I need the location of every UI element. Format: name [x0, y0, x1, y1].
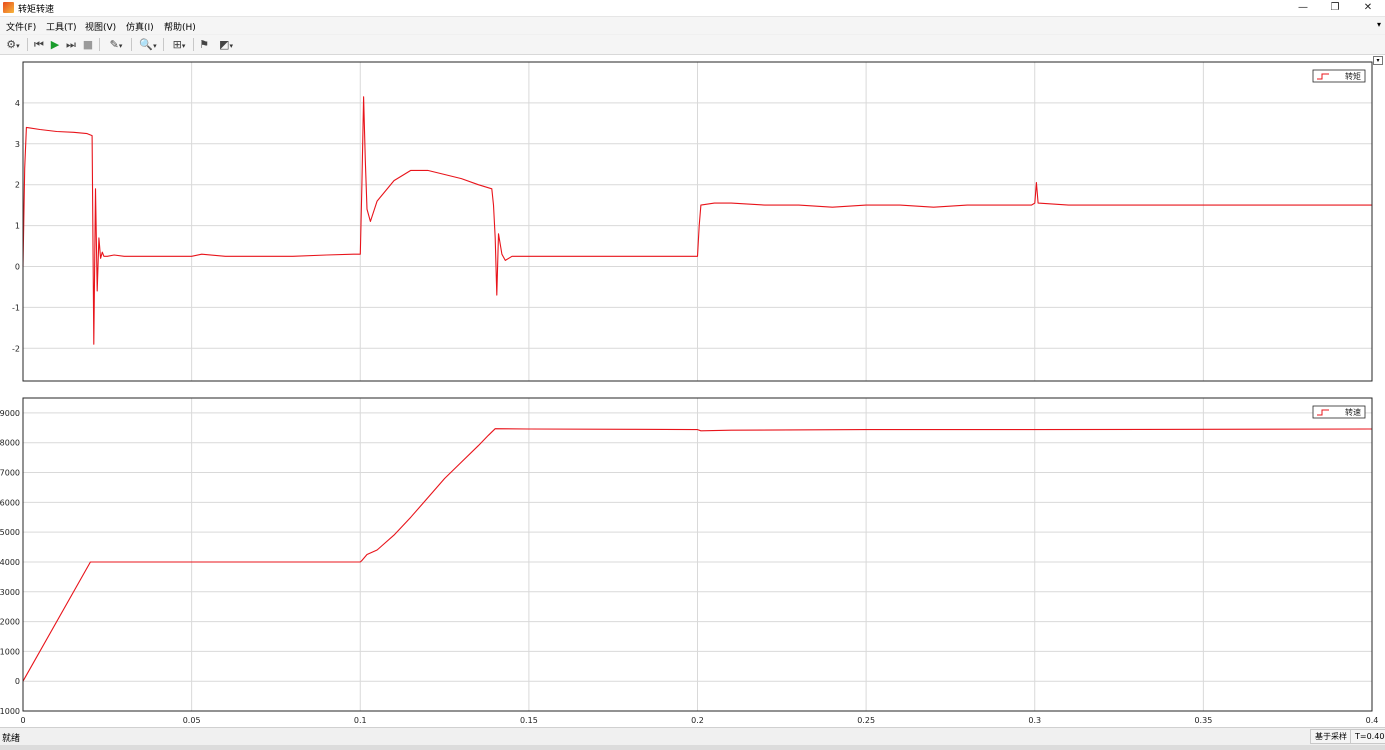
y-tick-label: 1 [15, 222, 20, 231]
legend-label: 转矩 [1345, 71, 1361, 81]
app-icon [3, 2, 14, 13]
title-bar: 转矩转速 — ❐ ✕ [0, 0, 1385, 17]
y-tick-label: 2000 [0, 618, 20, 627]
status-bar: 就绪 基于采样 T=0.400 [0, 727, 1385, 745]
x-tick-label: 0.3 [1028, 716, 1041, 725]
menu-overflow-icon[interactable]: ▾ [1377, 20, 1381, 29]
toolbar: ⚙▾ ⏮ ▶ ⏭ ■ ✎▾ 🔍▾ ⊞▾ ⚑ ◩▾ [0, 35, 1385, 55]
scope-plot-area: ▾ -2-101234转矩-10000100020003000400050006… [0, 55, 1385, 727]
window-title: 转矩转速 [18, 5, 55, 15]
taskbar-strip [0, 745, 1385, 750]
x-tick-label: 0.4 [1366, 716, 1379, 725]
menu-bar: 文件(F) 工具(T) 视图(V) 仿真(I) 帮助(H) ▾ [0, 17, 1385, 34]
menu-tools[interactable]: 工具(T) [46, 20, 77, 33]
x-tick-label: 0.05 [183, 716, 201, 725]
x-tick-label: 0.2 [691, 716, 704, 725]
y-tick-label: -2 [12, 344, 20, 353]
y-tick-label: 2 [15, 181, 20, 190]
y-tick-label: 8000 [0, 439, 20, 448]
y-tick-label: -1 [12, 303, 20, 312]
menu-view[interactable]: 视图(V) [85, 20, 116, 33]
run-icon[interactable]: ▶ [48, 37, 62, 52]
y-tick-label: -1000 [0, 707, 20, 716]
gear-icon[interactable]: ⚙▾ [3, 37, 23, 52]
menu-file[interactable]: 文件(F) [6, 20, 36, 33]
status-text: 就绪 [2, 734, 21, 744]
highlight-icon[interactable]: ✎▾ [104, 37, 128, 52]
x-tick-label: 0.15 [520, 716, 538, 725]
y-tick-label: 1000 [0, 647, 20, 656]
zoom-icon[interactable]: 🔍▾ [136, 37, 160, 52]
sim-time-indicator: T=0.400 [1350, 729, 1385, 744]
menu-simulation[interactable]: 仿真(I) [126, 20, 154, 33]
cursor-measure-icon[interactable]: ⚑ [197, 37, 211, 52]
scope-charts: -2-101234转矩-1000010002000300040005000600… [0, 61, 1379, 725]
y-tick-label: 5000 [0, 528, 20, 537]
restore-button[interactable]: ❐ [1318, 0, 1352, 16]
x-tick-label: 0.25 [857, 716, 875, 725]
close-button[interactable]: ✕ [1351, 0, 1385, 16]
sample-mode-indicator: 基于采样 [1310, 729, 1352, 744]
y-tick-label: 4 [15, 99, 20, 108]
y-tick-label: 4000 [0, 558, 20, 567]
style-edit-icon[interactable]: ◩▾ [214, 37, 238, 52]
y-tick-label: 6000 [0, 498, 20, 507]
x-tick-label: 0.35 [1194, 716, 1212, 725]
x-tick-label: 0 [20, 716, 25, 725]
chart-2: -100001000200030004000500060007000800090… [0, 397, 1379, 725]
legend-label: 转速 [1345, 407, 1361, 417]
y-tick-label: 9000 [0, 409, 20, 418]
stop-icon[interactable]: ■ [81, 37, 95, 52]
undock-icon[interactable]: ▾ [1373, 56, 1383, 65]
y-tick-label: 0 [15, 262, 20, 271]
y-tick-label: 7000 [0, 469, 20, 478]
minimize-button[interactable]: — [1286, 0, 1320, 16]
step-forward-icon[interactable]: ⏭ [64, 37, 78, 52]
menu-help[interactable]: 帮助(H) [164, 20, 196, 33]
y-tick-label: 3 [15, 140, 20, 149]
step-back-icon[interactable]: ⏮ [32, 37, 46, 52]
y-tick-label: 3000 [0, 588, 20, 597]
fit-axes-icon[interactable]: ⊞▾ [167, 37, 191, 52]
chart-1: -2 -1 0 1 2 3 4 转矩 [12, 61, 1373, 382]
y-tick-label: 0 [15, 677, 20, 686]
x-tick-label: 0.1 [354, 716, 367, 725]
